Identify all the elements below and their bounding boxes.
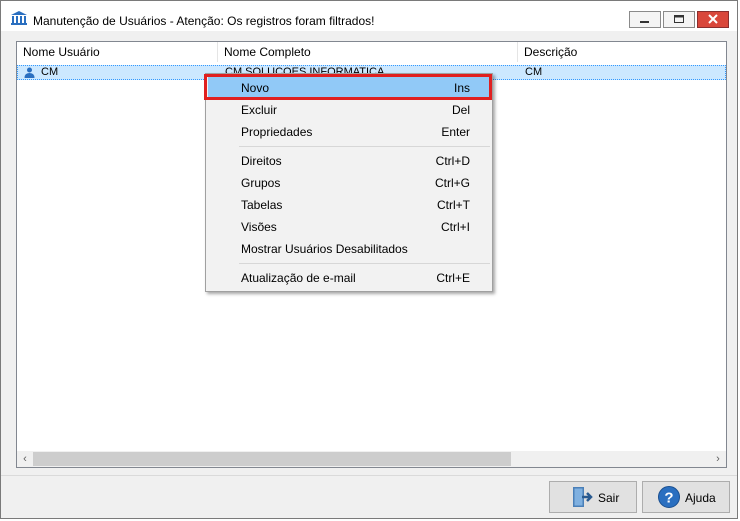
exit-button-label: Sair (598, 491, 620, 505)
column-header-full-name[interactable]: Nome Completo (218, 42, 518, 62)
menu-item-grupos[interactable]: Grupos Ctrl+G (208, 172, 490, 194)
menu-item-shortcut: Ctrl+I (440, 220, 470, 234)
menu-item-atualizacao-email[interactable]: Atualização de e-mail Ctrl+E (208, 267, 490, 289)
exit-door-icon (573, 487, 593, 507)
scroll-right-icon[interactable]: › (710, 451, 726, 467)
menu-item-shortcut: Del (451, 103, 470, 117)
menu-item-direitos[interactable]: Direitos Ctrl+D (208, 150, 490, 172)
close-button[interactable] (697, 11, 729, 28)
menu-item-label: Excluir (241, 103, 278, 117)
bank-building-icon (11, 11, 27, 25)
menu-separator (239, 263, 490, 264)
cell-description: CM (525, 66, 543, 78)
menu-item-label: Mostrar Usuários Desabilitados (241, 242, 408, 256)
menu-item-label: Visões (241, 220, 277, 234)
scroll-left-icon[interactable]: ‹ (17, 451, 33, 467)
scrollbar-thumb[interactable] (33, 452, 511, 466)
help-button-label: Ajuda (685, 491, 716, 505)
context-menu: Novo Ins Excluir Del Propriedades Enter … (205, 73, 493, 292)
menu-item-shortcut: Ctrl+E (436, 271, 470, 285)
help-icon: ? (658, 486, 680, 508)
window-title: Manutenção de Usuários - Atenção: Os reg… (33, 14, 375, 28)
menu-item-mostrar-desabilitados[interactable]: Mostrar Usuários Desabilitados (208, 238, 490, 260)
minimize-icon (640, 21, 649, 23)
help-button[interactable]: ? Ajuda (642, 481, 730, 513)
menu-item-label: Grupos (241, 176, 281, 190)
menu-item-tabelas[interactable]: Tabelas Ctrl+T (208, 194, 490, 216)
menu-item-shortcut: Ctrl+T (437, 198, 470, 212)
menu-item-shortcut: Ctrl+G (434, 176, 470, 190)
menu-item-label: Direitos (241, 154, 282, 168)
highlight-annotation-box (204, 74, 492, 100)
menu-item-shortcut: Enter (441, 125, 470, 139)
column-header-username[interactable]: Nome Usuário (17, 42, 218, 62)
menu-item-label: Propriedades (241, 125, 313, 139)
maximize-button[interactable] (663, 11, 695, 28)
menu-item-label: Atualização de e-mail (241, 271, 356, 285)
footer-divider (1, 475, 737, 476)
menu-separator (239, 146, 490, 147)
horizontal-scrollbar[interactable]: ‹ › (17, 451, 726, 467)
close-icon (708, 14, 718, 24)
menu-item-propriedades[interactable]: Propriedades Enter (208, 121, 490, 143)
menu-item-visoes[interactable]: Visões Ctrl+I (208, 216, 490, 238)
svg-text:?: ? (664, 490, 673, 507)
menu-item-shortcut: Ctrl+D (435, 154, 470, 168)
exit-button[interactable]: Sair (549, 481, 637, 513)
minimize-button[interactable] (629, 11, 661, 28)
restore-icon (674, 15, 684, 23)
grid-header: Nome Usuário Nome Completo Descrição (17, 42, 726, 62)
user-icon (24, 67, 35, 78)
menu-item-label: Tabelas (241, 198, 283, 212)
menu-item-excluir[interactable]: Excluir Del (208, 99, 490, 121)
cell-username: CM (41, 66, 59, 78)
column-header-description[interactable]: Descrição (518, 42, 726, 62)
title-bar[interactable]: Manutenção de Usuários - Atenção: Os reg… (1, 1, 737, 31)
